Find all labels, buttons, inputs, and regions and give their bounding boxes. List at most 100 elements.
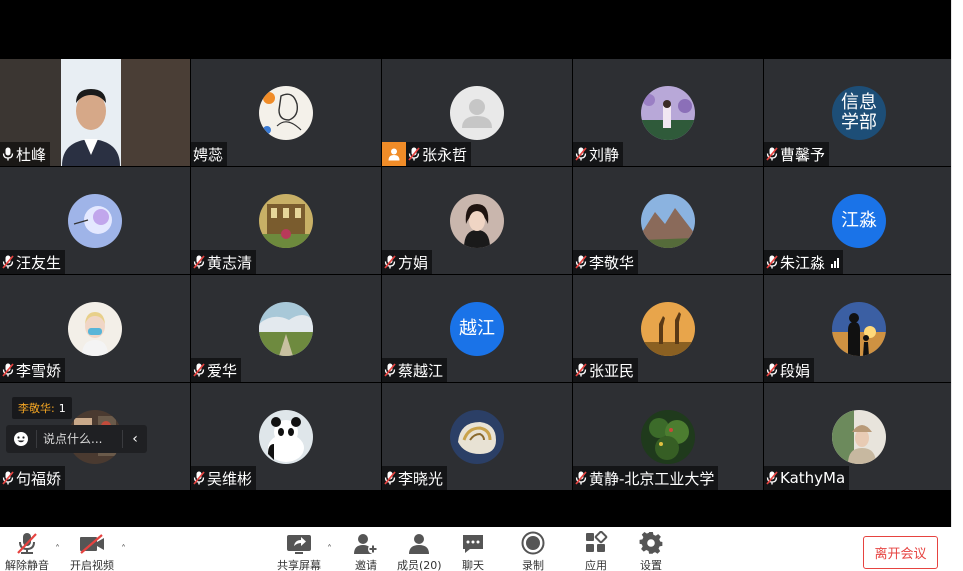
participant-tile[interactable]: 杜峰 bbox=[0, 59, 190, 166]
share-screen-icon bbox=[286, 529, 312, 555]
mic-muted-icon bbox=[575, 147, 587, 161]
chat-label: 聊天 bbox=[462, 559, 484, 571]
chat-sender: 李敬华: bbox=[18, 402, 55, 415]
members-button[interactable]: 成员(20) bbox=[397, 529, 442, 571]
name-bar: 张永哲 bbox=[382, 142, 472, 166]
mic-muted-icon bbox=[384, 255, 396, 269]
avatar bbox=[641, 409, 695, 464]
chevron-left-icon[interactable]: ‹ bbox=[123, 431, 147, 447]
participant-name: 蔡越江 bbox=[398, 361, 444, 380]
mic-muted-icon bbox=[193, 471, 205, 485]
chat-icon bbox=[461, 529, 485, 555]
name-bar: 张亚民 bbox=[573, 358, 639, 382]
participant-name: 爱华 bbox=[207, 361, 238, 380]
participant-tile[interactable]: 黄静-北京工业大学 bbox=[573, 383, 763, 490]
video-options-caret-icon[interactable]: ˄ bbox=[121, 544, 126, 555]
share-options-caret-icon[interactable]: ˄ bbox=[327, 544, 332, 555]
participant-tile[interactable]: 江淼 朱江淼 bbox=[764, 167, 954, 274]
side-panel-edge bbox=[951, 0, 963, 527]
participant-name: 朱江淼 bbox=[780, 253, 826, 272]
mic-muted-icon bbox=[15, 529, 39, 555]
invite-icon bbox=[353, 529, 379, 555]
name-bar: 刘静 bbox=[573, 142, 624, 166]
participant-name: 段娟 bbox=[780, 361, 811, 380]
apps-label: 应用 bbox=[585, 559, 607, 571]
participant-tile[interactable]: 李晓光 bbox=[382, 383, 572, 490]
unmute-label: 解除静音 bbox=[5, 559, 49, 571]
participant-tile[interactable]: 李雪娇 bbox=[0, 275, 190, 382]
participant-name: KathyMa bbox=[780, 469, 846, 487]
record-label: 录制 bbox=[522, 559, 544, 571]
mic-muted-icon bbox=[193, 255, 205, 269]
avatar bbox=[259, 85, 313, 140]
mic-muted-icon bbox=[384, 363, 396, 377]
participant-name: 娉蕊 bbox=[193, 145, 224, 164]
participant-name: 刘静 bbox=[589, 145, 620, 164]
name-bar: 句福娇 bbox=[0, 466, 66, 490]
participant-name: 方娟 bbox=[398, 253, 429, 272]
name-bar: 娉蕊 bbox=[191, 142, 228, 166]
chat-popup: 李敬华: 1 说点什么... ‹ bbox=[6, 397, 147, 455]
meeting-toolbar: 解除静音 ˄ 开启视频 ˄ 共享屏幕 ˄ 邀请 成员(20) 聊天 录制 应用 … bbox=[0, 527, 963, 571]
name-bar: 李雪娇 bbox=[0, 358, 66, 382]
participant-tile[interactable]: 信息 学部 曹馨予 bbox=[764, 59, 954, 166]
participant-name: 黄静-北京工业大学 bbox=[589, 469, 715, 488]
camera-off-icon bbox=[79, 529, 105, 555]
participant-tile[interactable]: 段娟 bbox=[764, 275, 954, 382]
record-button[interactable]: 录制 bbox=[521, 529, 545, 571]
participant-name: 李敬华 bbox=[589, 253, 635, 272]
name-bar: 爱华 bbox=[191, 358, 242, 382]
name-bar: 李晓光 bbox=[382, 466, 448, 490]
settings-button[interactable]: 设置 bbox=[639, 529, 663, 571]
emoji-icon[interactable] bbox=[6, 431, 36, 447]
participant-name: 吴维彬 bbox=[207, 469, 253, 488]
chat-button[interactable]: 聊天 bbox=[461, 529, 485, 571]
start-video-button[interactable]: 开启视频 bbox=[70, 529, 114, 571]
participant-tile[interactable]: KathyMa bbox=[764, 383, 954, 490]
avatar bbox=[259, 409, 313, 464]
name-bar: KathyMa bbox=[764, 466, 850, 490]
participant-tile[interactable]: 黄志清 bbox=[191, 167, 381, 274]
invite-button[interactable]: 邀请 bbox=[353, 529, 379, 571]
participant-name: 汪友生 bbox=[16, 253, 62, 272]
participant-tile[interactable]: 汪友生 bbox=[0, 167, 190, 274]
participant-tile[interactable]: 吴维彬 bbox=[191, 383, 381, 490]
share-screen-button[interactable]: 共享屏幕 bbox=[277, 529, 321, 571]
chat-input[interactable]: 说点什么... ‹ bbox=[6, 425, 147, 453]
chat-message: 1 bbox=[58, 401, 66, 415]
participant-tile[interactable]: 刘静 bbox=[573, 59, 763, 166]
avatar bbox=[259, 193, 313, 248]
participant-name: 李雪娇 bbox=[16, 361, 62, 380]
participant-tile[interactable]: 爱华 bbox=[191, 275, 381, 382]
participant-tile[interactable]: 娉蕊 bbox=[191, 59, 381, 166]
gear-icon bbox=[639, 529, 663, 555]
members-icon bbox=[407, 529, 431, 555]
mic-muted-icon bbox=[766, 471, 778, 485]
mic-muted-icon bbox=[575, 471, 587, 485]
chat-input-placeholder[interactable]: 说点什么... bbox=[36, 430, 123, 448]
leave-meeting-button[interactable]: 离开会议 bbox=[863, 536, 938, 569]
record-icon bbox=[521, 529, 545, 555]
participant-tile[interactable]: 李敬华 bbox=[573, 167, 763, 274]
share-screen-label: 共享屏幕 bbox=[277, 559, 321, 571]
mic-muted-icon bbox=[575, 255, 587, 269]
avatar bbox=[450, 85, 504, 140]
mic-muted-icon bbox=[408, 147, 420, 161]
audio-options-caret-icon[interactable]: ˄ bbox=[55, 544, 60, 555]
apps-button[interactable]: 应用 bbox=[584, 529, 608, 571]
unmute-button[interactable]: 解除静音 bbox=[5, 529, 49, 571]
name-bar: 黄静-北京工业大学 bbox=[573, 466, 719, 490]
participant-tile[interactable]: 张亚民 bbox=[573, 275, 763, 382]
participant-tile[interactable]: 张永哲 bbox=[382, 59, 572, 166]
avatar: 信息 学部 bbox=[832, 85, 886, 140]
avatar bbox=[450, 409, 504, 464]
participant-tile[interactable]: 方娟 bbox=[382, 167, 572, 274]
settings-label: 设置 bbox=[640, 559, 662, 571]
mic-muted-icon bbox=[193, 363, 205, 377]
members-label: 成员(20) bbox=[397, 559, 442, 571]
participant-name: 张亚民 bbox=[589, 361, 635, 380]
avatar bbox=[450, 193, 504, 248]
avatar bbox=[832, 301, 886, 356]
participant-tile[interactable]: 越江 蔡越江 bbox=[382, 275, 572, 382]
apps-icon bbox=[584, 529, 608, 555]
